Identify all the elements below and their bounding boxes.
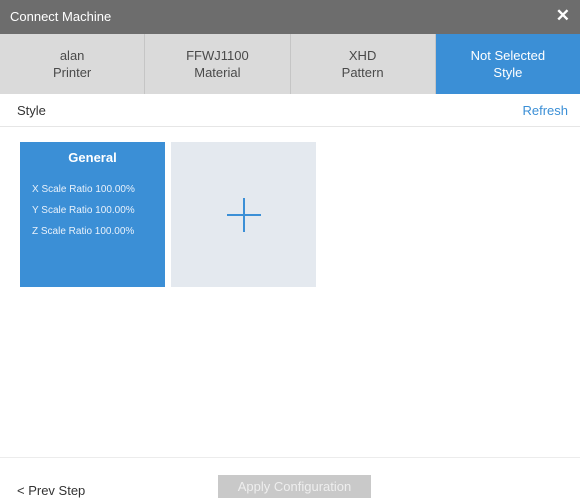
close-icon[interactable]: ✕ <box>556 6 570 26</box>
plus-icon <box>226 197 261 232</box>
z-scale-ratio: Z Scale Ratio 100.00% <box>32 226 135 237</box>
apply-configuration-button[interactable]: Apply Configuration <box>218 475 371 498</box>
title-bar: Connect Machine ✕ <box>0 0 580 34</box>
tab-pattern-label: Pattern <box>341 65 384 80</box>
tab-pattern[interactable]: XHD Pattern <box>290 34 436 94</box>
x-scale-ratio: X Scale Ratio 100.00% <box>32 184 135 195</box>
style-card-list: General X Scale Ratio 100.00% Y Scale Ra… <box>20 142 316 287</box>
tab-pattern-value: XHD <box>348 48 377 63</box>
prev-step-button[interactable]: < Prev Step <box>17 483 85 498</box>
style-card-general[interactable]: General X Scale Ratio 100.00% Y Scale Ra… <box>20 142 165 287</box>
tab-printer[interactable]: alan Printer <box>0 34 146 94</box>
step-tabs: alan Printer FFWJ1100 Material XHD Patte… <box>0 34 580 94</box>
tab-printer-label: Printer <box>52 65 92 80</box>
add-style-button[interactable] <box>171 142 316 287</box>
section-title: Style <box>17 103 46 118</box>
y-scale-ratio: Y Scale Ratio 100.00% <box>32 205 135 216</box>
tab-style-label: Style <box>493 65 523 80</box>
tab-material[interactable]: FFWJ1100 Material <box>145 34 291 94</box>
tab-style[interactable]: Not Selected Style <box>435 34 580 94</box>
tab-style-value: Not Selected <box>470 48 546 63</box>
tab-printer-value: alan <box>59 48 85 63</box>
footer-divider <box>0 457 580 458</box>
tab-material-label: Material <box>194 65 241 80</box>
refresh-link[interactable]: Refresh <box>522 103 568 118</box>
tab-material-value: FFWJ1100 <box>186 48 249 63</box>
window-title: Connect Machine <box>10 9 112 24</box>
section-header: Style Refresh <box>0 94 580 127</box>
style-card-name: General <box>68 150 117 165</box>
